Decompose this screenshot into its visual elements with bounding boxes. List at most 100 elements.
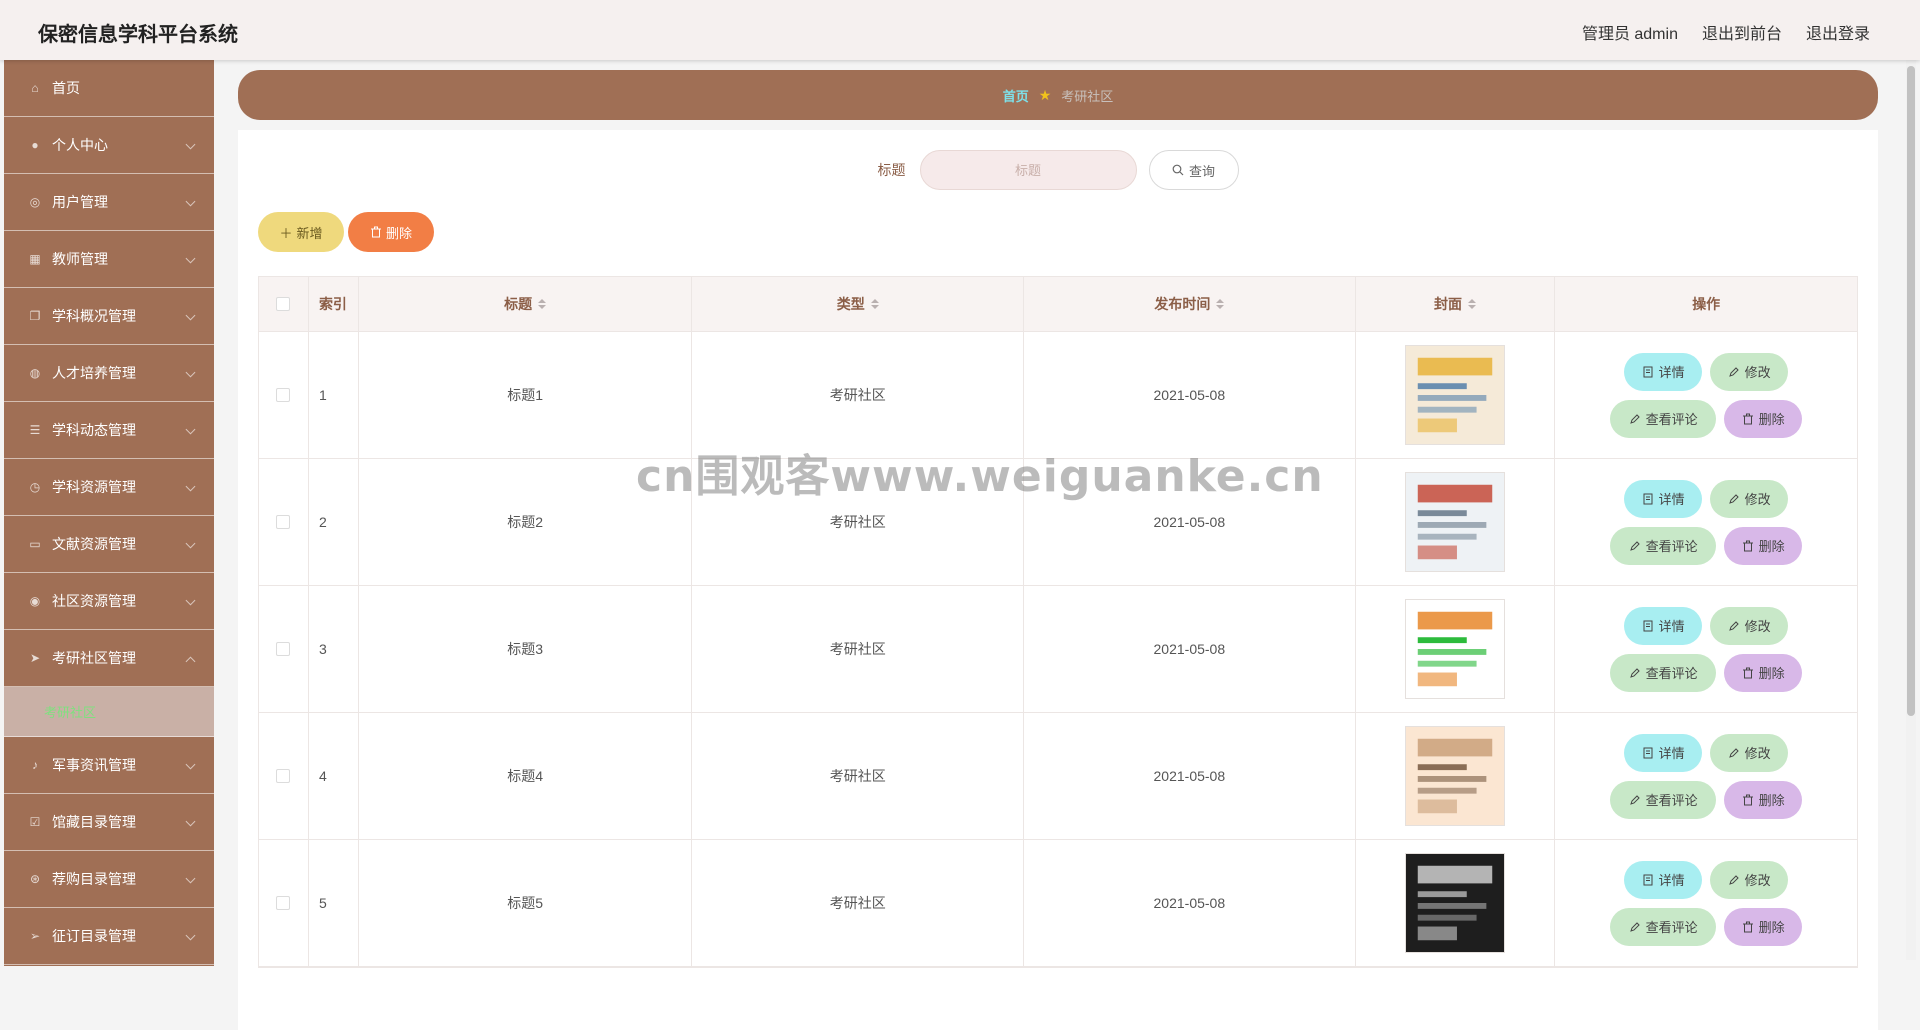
row-checkbox[interactable] xyxy=(276,642,291,656)
delete-button[interactable]: 删除 xyxy=(1724,653,1803,692)
row-checkbox[interactable] xyxy=(276,388,291,402)
select-all-checkbox[interactable] xyxy=(276,297,291,311)
sidebar-item-label: 馆藏目录管理 xyxy=(52,814,136,830)
sort-icon[interactable] xyxy=(1216,299,1225,309)
detail-button[interactable]: 详情 xyxy=(1624,479,1703,518)
sort-icon[interactable] xyxy=(1468,299,1476,309)
back-to-front-link[interactable]: 退出到前台 xyxy=(1702,20,1782,44)
sidebar-item-subject-news[interactable]: ☰ 学科动态管理 xyxy=(4,402,214,459)
community-icon: ◉ xyxy=(29,594,41,608)
sidebar-item-recommend-catalog[interactable]: ⊛ 荐购目录管理 xyxy=(4,851,214,908)
cover-image[interactable] xyxy=(1405,726,1505,826)
delete-button[interactable]: 删除 xyxy=(1724,526,1803,565)
logout-link[interactable]: 退出登录 xyxy=(1806,20,1870,44)
edit-button[interactable]: 修改 xyxy=(1710,733,1789,772)
header-title[interactable]: 标题 xyxy=(359,277,693,331)
globe-icon: ◍ xyxy=(29,366,41,380)
view-comments-button[interactable]: 查看评论 xyxy=(1610,653,1717,692)
sidebar-item-label: 用户管理 xyxy=(52,194,108,210)
view-comments-button[interactable]: 查看评论 xyxy=(1610,780,1717,819)
title-search-input[interactable] xyxy=(919,150,1137,190)
top-bar: 保密信息学科平台系统 管理员 admin 退出到前台 退出登录 xyxy=(0,0,1920,60)
edit-button[interactable]: 修改 xyxy=(1710,860,1789,899)
scrollbar-thumb[interactable] xyxy=(1907,66,1915,716)
sidebar-item-label: 个人中心 xyxy=(52,137,108,153)
sidebar-item-kaoyan-community[interactable]: ➤ 考研社区管理 xyxy=(4,630,214,687)
cover-image[interactable] xyxy=(1405,472,1505,572)
star-icon: ★ xyxy=(1038,86,1052,103)
edit-icon xyxy=(1728,366,1740,378)
query-button[interactable]: 查询 xyxy=(1148,150,1239,190)
mic-icon: ♪ xyxy=(32,758,38,772)
sidebar-subitem-kaoyan-community[interactable]: 考研社区 xyxy=(4,687,214,737)
breadcrumb: 首页 ★ 考研社区 xyxy=(238,70,1878,120)
bulk-delete-button[interactable]: 删除 xyxy=(348,212,434,252)
row-type: 考研社区 xyxy=(692,713,1025,839)
row-checkbox[interactable] xyxy=(276,515,291,529)
row-checkbox[interactable] xyxy=(276,769,291,783)
row-date: 2021-05-08 xyxy=(1024,459,1356,585)
header-index: 索引 xyxy=(309,277,359,331)
detail-button[interactable]: 详情 xyxy=(1624,352,1703,391)
scrollbar[interactable] xyxy=(1906,60,1916,960)
delete-button-label: 删除 xyxy=(385,225,412,241)
chevron-down-icon xyxy=(185,873,196,884)
sort-icon[interactable] xyxy=(870,299,879,309)
document-icon xyxy=(1642,747,1654,759)
delete-button[interactable]: 删除 xyxy=(1724,780,1803,819)
edit-icon xyxy=(1629,540,1641,552)
sidebar-item-subject-resources[interactable]: ◷ 学科资源管理 xyxy=(4,459,214,516)
sidebar-item-military-news[interactable]: ♪ 军事资讯管理 xyxy=(4,737,214,794)
header-type[interactable]: 类型 xyxy=(692,277,1025,331)
sidebar-item-collection-catalog[interactable]: ☑ 馆藏目录管理 xyxy=(4,794,214,851)
sidebar-item-subject-overview[interactable]: ❐ 学科概况管理 xyxy=(4,288,214,345)
row-title: 标题2 xyxy=(359,459,693,585)
trash-icon xyxy=(370,226,381,238)
table-header: 索引 标题 类型 发布时间 封面 操作 xyxy=(259,277,1857,332)
delete-button[interactable]: 删除 xyxy=(1724,907,1803,946)
row-checkbox[interactable] xyxy=(276,896,291,910)
search-title-label: 标题 xyxy=(877,162,906,178)
cover-image[interactable] xyxy=(1405,345,1505,445)
trash-icon xyxy=(1742,667,1754,679)
row-type: 考研社区 xyxy=(692,840,1025,966)
sidebar-item-user-management[interactable]: ◎ 用户管理 xyxy=(4,174,214,231)
sort-icon[interactable] xyxy=(538,299,547,309)
sidebar-item-teacher-management[interactable]: ▦ 教师管理 xyxy=(4,231,214,288)
sidebar-item-label: 学科动态管理 xyxy=(52,422,136,438)
header-date[interactable]: 发布时间 xyxy=(1024,277,1356,331)
add-button[interactable]: ＋ 新增 xyxy=(258,212,344,252)
row-title: 标题5 xyxy=(359,840,693,966)
breadcrumb-home[interactable]: 首页 xyxy=(1003,86,1029,105)
sidebar-item-talent-training[interactable]: ◍ 人才培养管理 xyxy=(4,345,214,402)
delete-button[interactable]: 删除 xyxy=(1724,399,1803,438)
chevron-down-icon xyxy=(185,196,196,207)
cover-image[interactable] xyxy=(1405,853,1505,953)
plus-icon: ＋ xyxy=(279,225,293,241)
header-ops: 操作 xyxy=(1692,296,1721,312)
detail-button[interactable]: 详情 xyxy=(1624,733,1703,772)
detail-button[interactable]: 详情 xyxy=(1624,606,1703,645)
sidebar-item-home[interactable]: ⌂ 首页 xyxy=(4,60,214,117)
sidebar-item-community-resources[interactable]: ◉ 社区资源管理 xyxy=(4,573,214,630)
view-comments-button[interactable]: 查看评论 xyxy=(1610,526,1717,565)
main-content: 首页 ★ 考研社区 标题 查询 ＋ 新增 删除 索引 xyxy=(238,70,1878,1030)
view-comments-button[interactable]: 查看评论 xyxy=(1610,399,1717,438)
sidebar-item-personal-center[interactable]: ● 个人中心 xyxy=(4,117,214,174)
sidebar-item-subscription-catalog[interactable]: ➢ 征订目录管理 xyxy=(4,908,214,965)
grid-icon: ▦ xyxy=(29,252,41,266)
row-type: 考研社区 xyxy=(692,332,1025,458)
edit-button[interactable]: 修改 xyxy=(1710,479,1789,518)
sidebar-item-label: 社区资源管理 xyxy=(52,593,136,609)
cover-image[interactable] xyxy=(1405,599,1505,699)
detail-button[interactable]: 详情 xyxy=(1624,860,1703,899)
sidebar-item-literature-resources[interactable]: ▭ 文献资源管理 xyxy=(4,516,214,573)
query-button-label: 查询 xyxy=(1188,163,1215,179)
edit-button[interactable]: 修改 xyxy=(1710,352,1789,391)
check-icon: ☑ xyxy=(29,815,41,829)
header-cover[interactable]: 封面 xyxy=(1356,277,1556,331)
chevron-down-icon xyxy=(185,816,196,827)
view-comments-button[interactable]: 查看评论 xyxy=(1610,907,1717,946)
edit-button[interactable]: 修改 xyxy=(1710,606,1789,645)
navigation-icon: ➢ xyxy=(29,929,41,943)
